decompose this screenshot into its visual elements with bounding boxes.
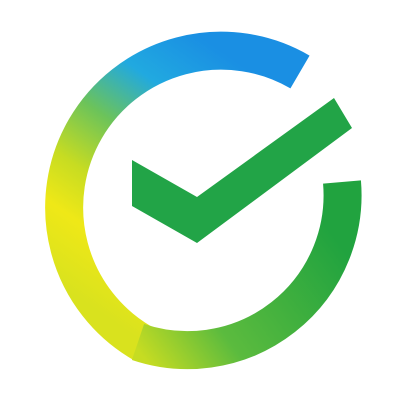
checkmark-shape: [132, 98, 352, 243]
logo-canvas: [0, 0, 400, 400]
checkmark-ring-icon: [45, 31, 362, 370]
